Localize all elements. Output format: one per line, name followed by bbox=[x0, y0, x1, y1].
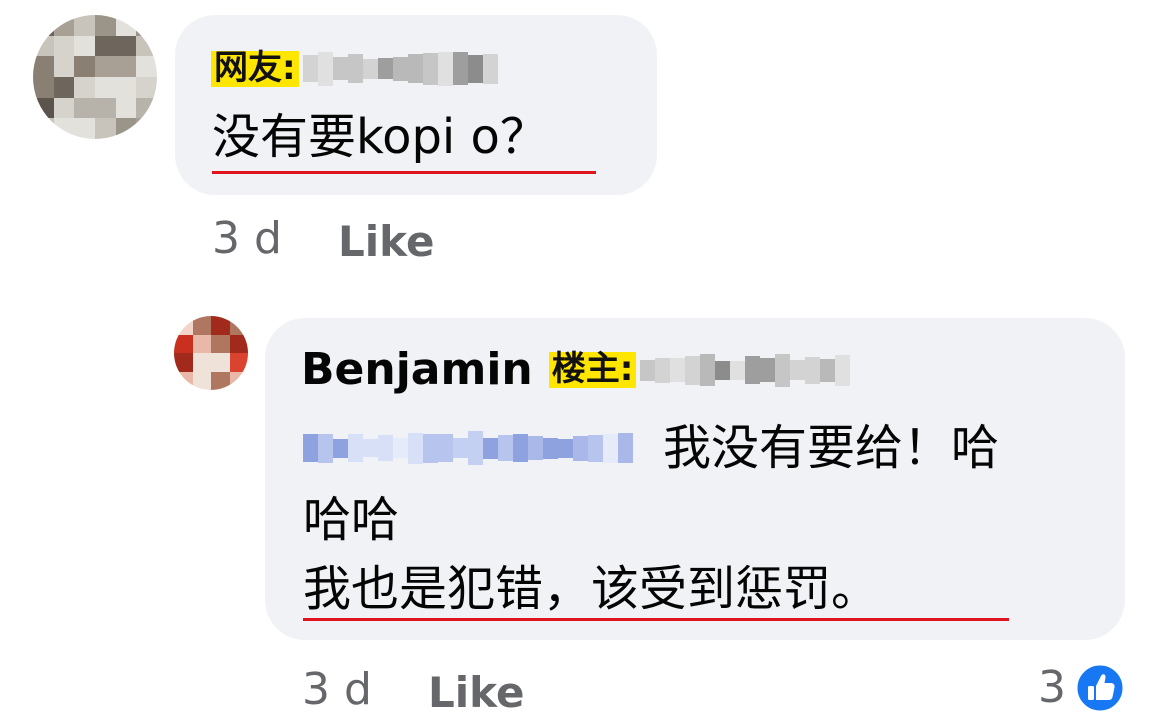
reply-author-name[interactable]: Benjamin bbox=[301, 348, 533, 392]
redacted-commenter-name[interactable] bbox=[302, 51, 498, 86]
comment-author-row: 网友: bbox=[211, 50, 498, 87]
mentioned-user-tag[interactable] bbox=[303, 431, 633, 465]
reply-author-row: Benjamin 楼主: bbox=[301, 348, 851, 392]
commenter-label-tag: 网友: bbox=[211, 50, 299, 87]
reply-text-line-1: 我没有要给！哈 bbox=[663, 420, 1000, 476]
reaction-summary[interactable]: 3 bbox=[1038, 662, 1126, 714]
poster-label-tag: 楼主: bbox=[548, 351, 637, 388]
highlight-underline bbox=[303, 618, 1009, 621]
comment-text: 没有要kopi o？ bbox=[212, 109, 548, 165]
commenter-avatar[interactable] bbox=[33, 15, 157, 139]
thumbs-up-icon bbox=[1074, 662, 1126, 714]
reply-author-avatar[interactable] bbox=[174, 316, 248, 390]
reply-like-button[interactable]: Like bbox=[428, 672, 524, 714]
reply-timestamp[interactable]: 3 d bbox=[302, 668, 372, 712]
comment-timestamp[interactable]: 3 d bbox=[212, 217, 282, 261]
redacted-author-surname[interactable] bbox=[640, 353, 851, 387]
reaction-count: 3 bbox=[1038, 662, 1066, 713]
reply-text-line-3: 我也是犯错，该受到惩罚。 bbox=[303, 561, 880, 617]
reply-bubble: Benjamin 楼主: 我没有要给！哈 哈哈 我也是犯错，该受到惩罚。 bbox=[265, 318, 1125, 640]
comment-bubble: 网友: 没有要kopi o？ bbox=[175, 15, 657, 195]
reply-text-line-2: 哈哈 bbox=[303, 492, 400, 548]
like-button[interactable]: Like bbox=[338, 221, 434, 263]
highlight-underline bbox=[212, 171, 596, 174]
reply-line-1: 我没有要给！哈 bbox=[303, 424, 999, 472]
